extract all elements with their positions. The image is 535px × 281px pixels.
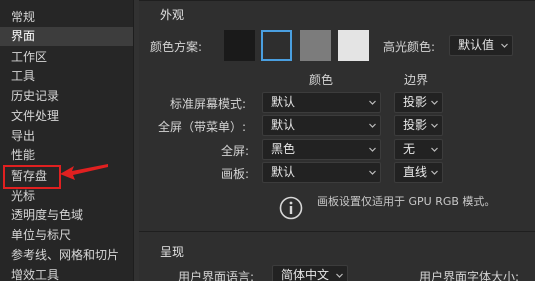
color-scheme-label: 颜色方案: <box>150 40 203 54</box>
highlight-color-value: 默认值 <box>458 38 495 52</box>
sidebar-item-transparency-gamut[interactable]: 透明度与色域 <box>0 206 133 225</box>
fullscreen-label: 全屏: <box>221 144 250 158</box>
artboard-border-select[interactable]: 直线 <box>394 162 443 183</box>
chevron-down-icon <box>431 99 438 106</box>
chevron-down-icon <box>369 169 376 176</box>
sidebar-item-general[interactable]: 常规 <box>0 8 133 27</box>
fullscreen-menus-color-select[interactable]: 默认 <box>262 115 381 136</box>
ui-language-select[interactable]: 简体中文 <box>272 265 348 281</box>
sidebar-item-history[interactable]: 历史记录 <box>0 87 133 106</box>
column-header-border: 边界 <box>404 73 429 87</box>
artboard-color-value: 默认 <box>271 165 296 179</box>
presentation-title: 呈现 <box>160 245 185 259</box>
chevron-down-icon <box>369 146 376 153</box>
fullscreen-menus-border-select[interactable]: 投影 <box>394 115 443 136</box>
sidebar-item-workspace[interactable]: 工作区 <box>0 48 133 67</box>
chevron-down-icon <box>369 122 376 129</box>
fullscreen-color-select[interactable]: 黑色 <box>262 139 381 160</box>
highlight-color-select[interactable]: 默认值 <box>449 35 513 56</box>
standard-screen-color-select[interactable]: 默认 <box>262 92 381 113</box>
chevron-down-icon <box>431 146 438 153</box>
artboard-border-value: 直线 <box>403 165 428 179</box>
artboard-color-select[interactable]: 默认 <box>262 162 381 183</box>
fullscreen-border-value: 无 <box>403 142 416 156</box>
fullscreen-border-select[interactable]: 无 <box>394 139 443 160</box>
column-header-color: 颜色 <box>309 73 334 87</box>
sidebar-item-export[interactable]: 导出 <box>0 127 133 146</box>
chevron-down-icon <box>369 99 376 106</box>
fullscreen-with-menus-label: 全屏（带菜单）: <box>158 120 247 134</box>
highlight-box <box>3 165 61 189</box>
sidebar-item-interface[interactable]: 界面 <box>0 27 133 46</box>
fullscreen-menus-border-value: 投影 <box>403 118 428 132</box>
standard-screen-color-value: 默认 <box>271 95 296 109</box>
sidebar-item-units-rulers[interactable]: 单位与标尺 <box>0 226 133 245</box>
appearance-title: 外观 <box>160 8 185 22</box>
ui-language-value: 简体中文 <box>281 268 330 281</box>
highlight-color-label: 高光颜色: <box>383 40 436 54</box>
info-circle-icon <box>279 196 303 220</box>
chevron-down-icon <box>431 122 438 129</box>
color-scheme-swatch-darkest[interactable] <box>224 30 255 61</box>
standard-screen-border-value: 投影 <box>403 95 428 109</box>
sidebar-item-file-handling[interactable]: 文件处理 <box>0 107 133 126</box>
sidebar-item-plugins[interactable]: 增效工具 <box>0 266 133 281</box>
standard-screen-border-select[interactable]: 投影 <box>394 92 443 113</box>
sidebar-item-guides-grid-slices[interactable]: 参考线、网格和切片 <box>0 246 133 265</box>
standard-screen-mode-label: 标准屏幕模式: <box>170 97 247 111</box>
color-scheme-swatch-light[interactable] <box>338 30 369 61</box>
ui-font-size-label: 用户界面字体大小: <box>419 270 520 281</box>
preferences-sidebar: 常规 界面 工作区 工具 历史记录 文件处理 导出 性能 暂存盘 光标 透明度与… <box>0 0 133 281</box>
chevron-down-icon <box>501 42 508 49</box>
artboard-label: 画板: <box>221 167 250 181</box>
artboard-info-text: 画板设置仅适用于 GPU RGB 模式。 <box>317 195 496 208</box>
color-scheme-swatch-medium[interactable] <box>300 30 331 61</box>
sidebar-item-tools[interactable]: 工具 <box>0 67 133 86</box>
fullscreen-color-value: 黑色 <box>271 142 296 156</box>
color-scheme-swatch-dark[interactable] <box>261 30 292 61</box>
chevron-down-icon <box>336 272 343 279</box>
red-arrow-icon <box>60 164 108 180</box>
sidebar-item-cursors[interactable]: 光标 <box>0 187 133 206</box>
ui-language-label: 用户界面语言: <box>178 270 255 281</box>
fullscreen-menus-color-value: 默认 <box>271 118 296 132</box>
chevron-down-icon <box>431 169 438 176</box>
